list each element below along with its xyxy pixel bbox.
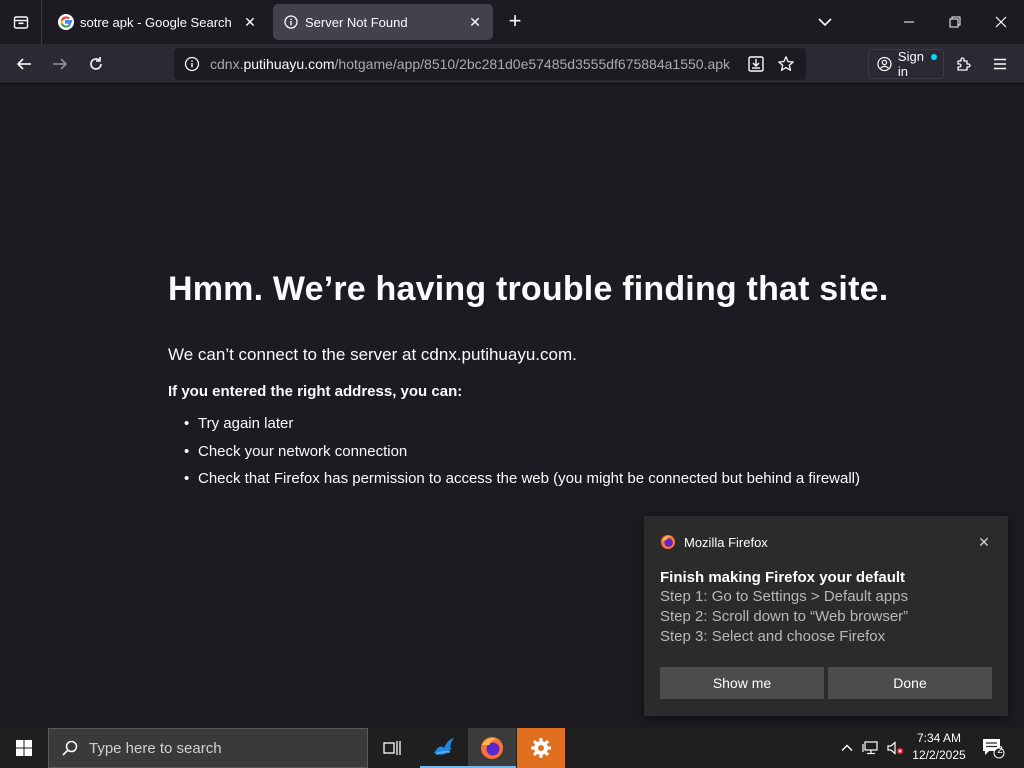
notification-app-header: Mozilla Firefox bbox=[660, 534, 768, 550]
info-icon bbox=[283, 14, 299, 30]
hamburger-menu-icon bbox=[994, 58, 1006, 70]
show-me-button[interactable]: Show me bbox=[660, 667, 824, 699]
list-all-tabs-button[interactable] bbox=[815, 12, 835, 32]
tab-close-icon[interactable]: ✕ bbox=[242, 14, 258, 30]
chevron-up-icon bbox=[841, 744, 853, 751]
navigation-toolbar: cdnx.putihuayu.com/hotgame/app/8510/2bc2… bbox=[0, 44, 1024, 84]
tab-title: Server Not Found bbox=[305, 14, 408, 30]
action-center-button[interactable]: 2 bbox=[978, 728, 1008, 768]
windows-taskbar: Type here to search 7:34 AM 12/2/2025 2 bbox=[0, 728, 1024, 768]
volume-button[interactable] bbox=[884, 728, 906, 768]
task-view-icon bbox=[383, 741, 401, 755]
firefox-view-icon bbox=[13, 16, 28, 29]
url-host: putihuayu.com bbox=[243, 56, 335, 72]
minimize-icon bbox=[904, 21, 914, 23]
account-icon bbox=[877, 56, 892, 72]
site-info-icon[interactable] bbox=[182, 54, 202, 74]
reload-icon bbox=[90, 57, 102, 70]
speaker-muted-icon bbox=[887, 741, 904, 755]
error-title: Hmm. We’re having trouble finding that s… bbox=[168, 270, 889, 308]
chevron-down-icon bbox=[818, 18, 832, 27]
google-g-icon bbox=[58, 14, 74, 30]
taskbar-app-firefox[interactable] bbox=[468, 728, 516, 768]
tab-server-not-found[interactable]: Server Not Found ✕ bbox=[273, 4, 493, 40]
taskbar-search-box[interactable]: Type here to search bbox=[48, 728, 368, 768]
reload-button[interactable] bbox=[82, 50, 110, 78]
error-subtitle: If you entered the right address, you ca… bbox=[168, 383, 463, 400]
show-hidden-icons-button[interactable] bbox=[838, 728, 856, 768]
firefox-logo-icon bbox=[481, 737, 503, 759]
sign-in-button[interactable]: Sign in bbox=[868, 49, 944, 79]
clock-time: 7:34 AM bbox=[916, 731, 962, 745]
gear-icon bbox=[531, 738, 551, 758]
minimize-button[interactable] bbox=[886, 0, 932, 44]
start-button[interactable] bbox=[0, 728, 48, 768]
tab-title: sotre apk - Google Search bbox=[80, 14, 232, 30]
network-status-button[interactable] bbox=[860, 728, 882, 768]
notification-app-name: Mozilla Firefox bbox=[684, 534, 768, 550]
back-button[interactable] bbox=[10, 50, 38, 78]
network-disconnected-icon bbox=[862, 741, 878, 755]
suggestion-item: Check your network connection bbox=[168, 442, 928, 470]
restore-button[interactable] bbox=[932, 0, 978, 44]
url-path: /hotgame/app/8510/2bc281d0e57485d3555df6… bbox=[334, 56, 731, 72]
clock-date: 12/2/2025 bbox=[912, 748, 966, 762]
notification-step: Step 1: Go to Settings > Default apps bbox=[660, 588, 909, 605]
notification-step: Step 2: Scroll down to “Web browser” bbox=[660, 608, 909, 625]
app-menu-button[interactable] bbox=[986, 50, 1014, 78]
default-browser-notification: Mozilla Firefox ✕ Finish making Firefox … bbox=[644, 516, 1008, 716]
page-action-install-button[interactable] bbox=[744, 52, 768, 76]
system-clock[interactable]: 7:34 AM 12/2/2025 bbox=[906, 730, 972, 766]
suggestion-list: Try again later Check your network conne… bbox=[168, 414, 928, 497]
bird-app-icon bbox=[434, 738, 454, 755]
error-page: Hmm. We’re having trouble finding that s… bbox=[168, 270, 928, 497]
url-text[interactable]: cdnx.putihuayu.com/hotgame/app/8510/2bc2… bbox=[210, 56, 738, 72]
restore-icon bbox=[949, 16, 961, 28]
search-placeholder: Type here to search bbox=[89, 739, 222, 757]
address-bar[interactable]: cdnx.putihuayu.com/hotgame/app/8510/2bc2… bbox=[174, 48, 806, 80]
firefox-view-button[interactable] bbox=[0, 0, 42, 44]
forward-button[interactable] bbox=[46, 50, 74, 78]
bookmark-star-button[interactable] bbox=[774, 52, 798, 76]
new-tab-button[interactable]: + bbox=[503, 10, 527, 34]
attention-dot bbox=[931, 54, 937, 60]
star-icon bbox=[778, 56, 794, 71]
firefox-logo-icon bbox=[661, 535, 675, 549]
suggestion-item: Try again later bbox=[168, 414, 928, 442]
tab-close-icon[interactable]: ✕ bbox=[467, 14, 483, 30]
taskbar-app-settings[interactable] bbox=[517, 728, 565, 768]
download-tray-icon bbox=[748, 56, 764, 72]
notification-count: 2 bbox=[997, 745, 1003, 756]
url-prefix: cdnx. bbox=[210, 56, 244, 72]
windows-logo-icon bbox=[16, 740, 32, 756]
sign-in-label: Sign in bbox=[897, 49, 924, 79]
arrow-left-icon bbox=[16, 58, 31, 70]
search-icon bbox=[62, 740, 78, 756]
notification-title: Finish making Firefox your default bbox=[660, 569, 906, 586]
error-description: We can’t connect to the server at cdnx.p… bbox=[168, 345, 577, 364]
notification-step: Step 3: Select and choose Firefox bbox=[660, 628, 886, 645]
puzzle-icon bbox=[957, 57, 971, 71]
done-button[interactable]: Done bbox=[828, 667, 992, 699]
suggestion-item: Check that Firefox has permission to acc… bbox=[168, 469, 928, 497]
task-view-button[interactable] bbox=[368, 728, 416, 768]
notification-close-icon[interactable]: ✕ bbox=[976, 534, 992, 550]
tab-strip: sotre apk - Google Search ✕ Server Not F… bbox=[0, 0, 1024, 44]
close-window-button[interactable] bbox=[978, 0, 1024, 44]
arrow-right-icon bbox=[53, 58, 68, 70]
close-icon bbox=[995, 16, 1007, 28]
tab-google-search[interactable]: sotre apk - Google Search ✕ bbox=[48, 4, 268, 40]
taskbar-app-swift[interactable] bbox=[420, 728, 468, 768]
extensions-button[interactable] bbox=[950, 50, 978, 78]
